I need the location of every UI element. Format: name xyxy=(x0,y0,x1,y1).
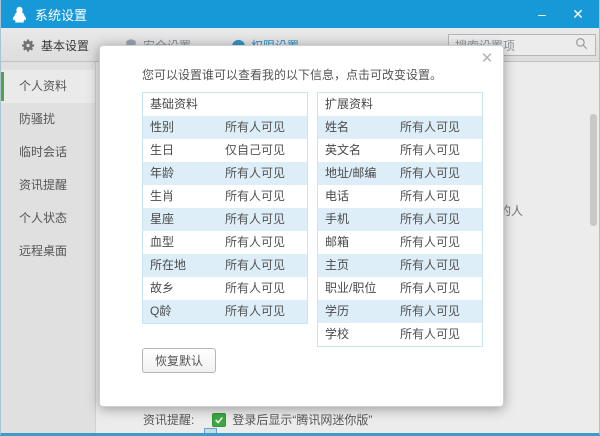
field-label: 生肖 xyxy=(143,185,225,208)
privacy-field-row[interactable]: 职业/职位所有人可见 xyxy=(318,277,482,300)
field-label: 手机 xyxy=(318,208,400,231)
privacy-field-row[interactable]: 电话所有人可见 xyxy=(318,185,482,208)
field-label: 星座 xyxy=(143,208,225,231)
privacy-field-row[interactable]: 学校所有人可见 xyxy=(318,323,482,346)
basic-profile-table: 基础资料 性别所有人可见生日仅自己可见年龄所有人可见生肖所有人可见星座所有人可见… xyxy=(142,92,308,324)
visibility-value[interactable]: 所有人可见 xyxy=(400,300,482,323)
visibility-value[interactable]: 所有人可见 xyxy=(400,162,482,185)
field-label: Q龄 xyxy=(143,300,225,323)
field-label: 生日 xyxy=(143,139,225,162)
privacy-settings-dialog: ✕ 您可以设置谁可以查看我的以下信息，点击可改变设置。 基础资料 性别所有人可见… xyxy=(99,45,504,407)
privacy-field-row[interactable]: 故乡所有人可见 xyxy=(143,277,307,300)
field-label: 年龄 xyxy=(143,162,225,185)
privacy-field-row[interactable]: 手机所有人可见 xyxy=(318,208,482,231)
privacy-field-row[interactable]: 星座所有人可见 xyxy=(143,208,307,231)
visibility-value[interactable]: 所有人可见 xyxy=(225,254,307,277)
field-label: 学校 xyxy=(318,323,400,346)
visibility-value[interactable]: 所有人可见 xyxy=(225,277,307,300)
privacy-field-row[interactable]: 英文名所有人可见 xyxy=(318,139,482,162)
field-label: 学历 xyxy=(318,300,400,323)
field-label: 血型 xyxy=(143,231,225,254)
field-label: 姓名 xyxy=(318,116,400,139)
field-label: 故乡 xyxy=(143,277,225,300)
visibility-value[interactable]: 所有人可见 xyxy=(225,162,307,185)
visibility-value[interactable]: 所有人可见 xyxy=(400,185,482,208)
visibility-value[interactable]: 所有人可见 xyxy=(400,231,482,254)
visibility-value[interactable]: 所有人可见 xyxy=(225,231,307,254)
privacy-field-row[interactable]: 生日仅自己可见 xyxy=(143,139,307,162)
visibility-value[interactable]: 所有人可见 xyxy=(400,254,482,277)
visibility-value[interactable]: 所有人可见 xyxy=(400,323,482,346)
basic-table-title: 基础资料 xyxy=(143,93,307,116)
field-label: 邮箱 xyxy=(318,231,400,254)
visibility-value[interactable]: 所有人可见 xyxy=(400,277,482,300)
close-dialog-icon[interactable]: ✕ xyxy=(478,49,496,67)
privacy-field-row[interactable]: 学历所有人可见 xyxy=(318,300,482,323)
field-label: 地址/邮编 xyxy=(318,162,400,185)
visibility-value[interactable]: 所有人可见 xyxy=(225,116,307,139)
field-label: 电话 xyxy=(318,185,400,208)
basic-table-rows: 性别所有人可见生日仅自己可见年龄所有人可见生肖所有人可见星座所有人可见血型所有人… xyxy=(143,116,307,323)
extended-profile-table: 扩展资料 姓名所有人可见英文名所有人可见地址/邮编所有人可见电话所有人可见手机所… xyxy=(317,92,483,347)
extended-table-title: 扩展资料 xyxy=(318,93,482,116)
visibility-value[interactable]: 所有人可见 xyxy=(400,116,482,139)
privacy-field-row[interactable]: 年龄所有人可见 xyxy=(143,162,307,185)
privacy-field-row[interactable]: 邮箱所有人可见 xyxy=(318,231,482,254)
window-title: 系统设置 xyxy=(35,5,87,24)
field-label: 主页 xyxy=(318,254,400,277)
titlebar: 系统设置 – ✕ xyxy=(1,0,599,28)
visibility-value[interactable]: 所有人可见 xyxy=(225,185,307,208)
visibility-value[interactable]: 所有人可见 xyxy=(400,139,482,162)
visibility-value[interactable]: 所有人可见 xyxy=(400,208,482,231)
system-settings-window: 系统设置 – ✕ 基本设置 安全设置 权限设置 搜索设置项 xyxy=(0,0,600,436)
field-label: 职业/职位 xyxy=(318,277,400,300)
visibility-value[interactable]: 仅自己可见 xyxy=(225,139,307,162)
privacy-field-row[interactable]: 性别所有人可见 xyxy=(143,116,307,139)
privacy-field-row[interactable]: 地址/邮编所有人可见 xyxy=(318,162,482,185)
privacy-field-row[interactable]: 血型所有人可见 xyxy=(143,231,307,254)
field-label: 英文名 xyxy=(318,139,400,162)
close-window-button[interactable]: ✕ xyxy=(567,3,589,25)
visibility-value[interactable]: 所有人可见 xyxy=(225,208,307,231)
privacy-field-row[interactable]: 主页所有人可见 xyxy=(318,254,482,277)
visibility-value[interactable]: 所有人可见 xyxy=(225,300,307,323)
extended-table-rows: 姓名所有人可见英文名所有人可见地址/邮编所有人可见电话所有人可见手机所有人可见邮… xyxy=(318,116,482,346)
dialog-description: 您可以设置谁可以查看我的以下信息，点击可改变设置。 xyxy=(142,66,442,83)
privacy-field-row[interactable]: 生肖所有人可见 xyxy=(143,185,307,208)
restore-default-button[interactable]: 恢复默认 xyxy=(142,348,216,373)
qq-penguin-icon xyxy=(11,6,28,23)
field-label: 性别 xyxy=(143,116,225,139)
field-label: 所在地 xyxy=(143,254,225,277)
privacy-field-row[interactable]: Q龄所有人可见 xyxy=(143,300,307,323)
minimize-button[interactable]: – xyxy=(531,3,553,25)
privacy-field-row[interactable]: 姓名所有人可见 xyxy=(318,116,482,139)
privacy-field-row[interactable]: 所在地所有人可见 xyxy=(143,254,307,277)
